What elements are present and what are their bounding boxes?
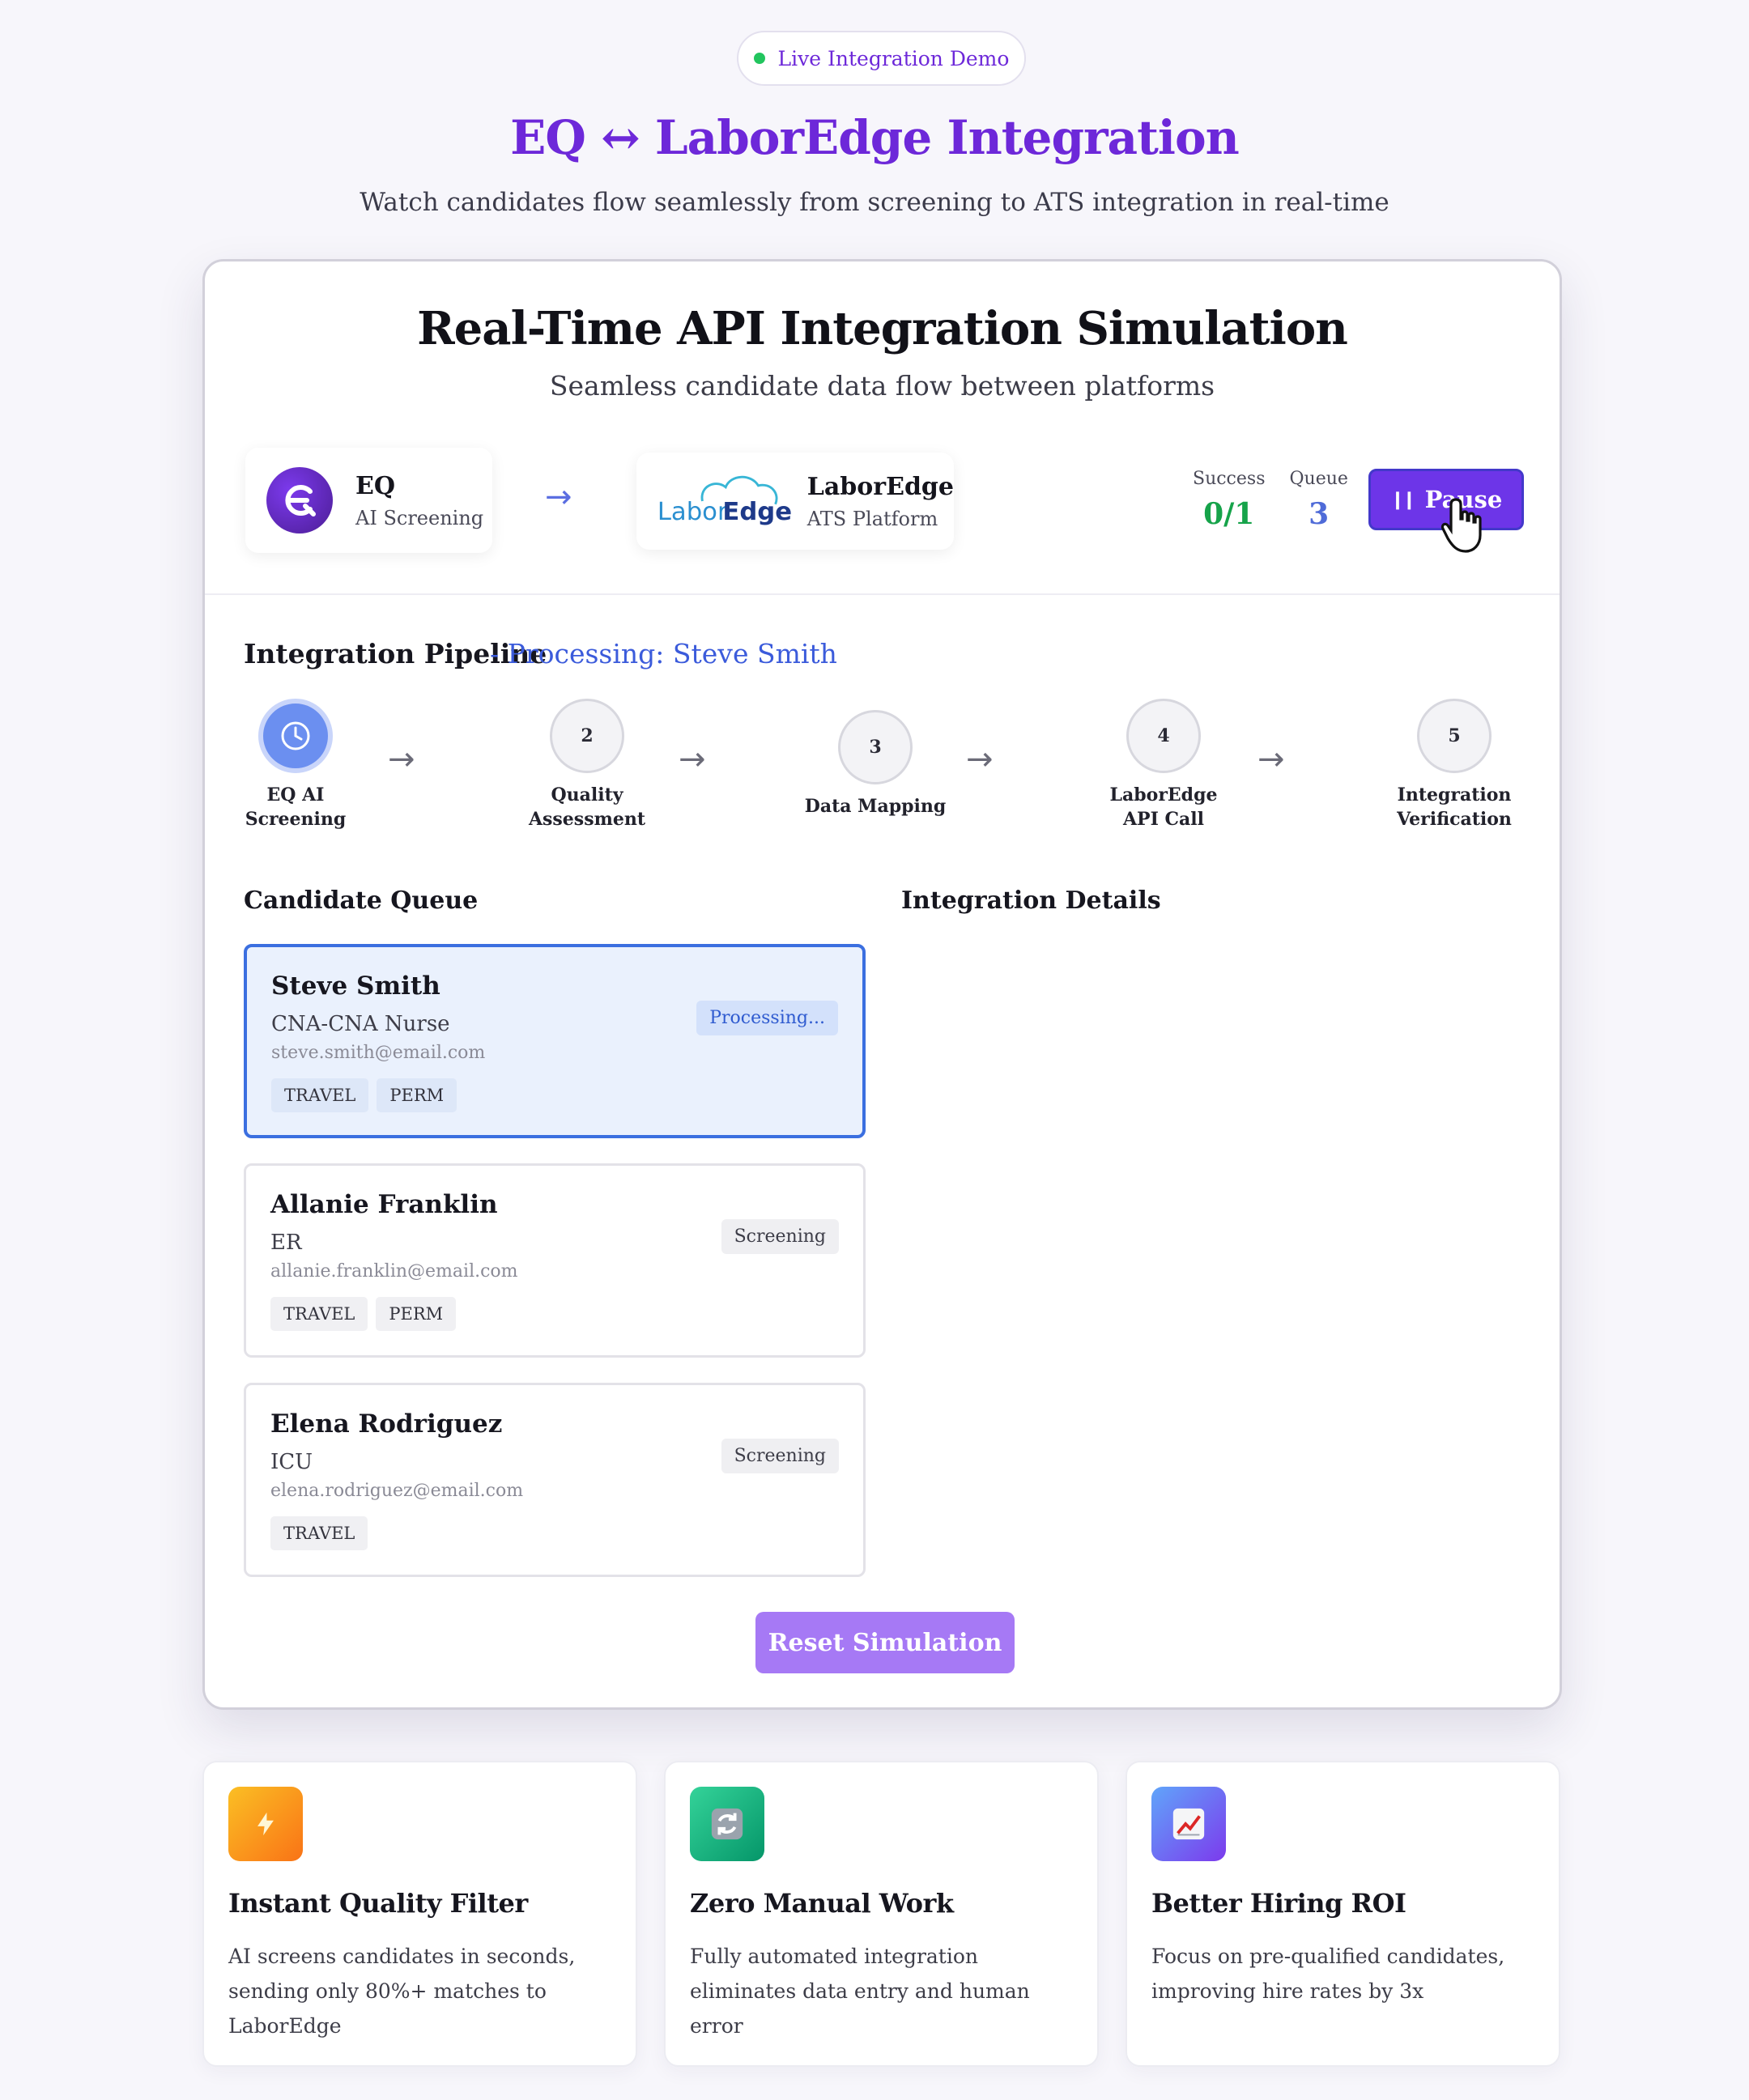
live-demo-label: Live Integration Demo [777, 46, 1010, 70]
section-divider [205, 593, 1560, 595]
candidate-role: ER [270, 1231, 302, 1255]
integration-stats: Success 0/1 Queue 3 [1193, 469, 1348, 531]
chart-up-icon [1151, 1787, 1226, 1861]
candidate-name: Steve Smith [271, 971, 440, 1001]
step-arrow-icon: → [679, 741, 706, 778]
queue-label: Queue [1289, 469, 1348, 489]
refresh-icon [690, 1787, 764, 1861]
svg-text:Edge: Edge [722, 498, 790, 526]
candidate-card[interactable]: Allanie Franklin ER allanie.franklin@ema… [244, 1163, 866, 1358]
simulation-title: Real-Time API Integration Simulation [417, 302, 1348, 355]
feature-title: Better Hiring ROI [1151, 1888, 1406, 1919]
reset-simulation-button[interactable]: Reset Simulation [755, 1612, 1015, 1673]
pipeline-processing-label: - Processing: Steve Smith [490, 638, 837, 670]
step-arrow-icon: → [966, 741, 994, 778]
step-number: 4 [1126, 699, 1201, 773]
success-value: 0/1 [1203, 497, 1255, 531]
feature-card-hiring-roi: Better Hiring ROI Focus on pre-qualified… [1126, 1761, 1560, 2067]
candidate-role: ICU [270, 1450, 313, 1474]
queue-value: 3 [1309, 497, 1330, 531]
flow-arrow-icon: → [545, 478, 572, 516]
candidate-email: elena.rodriguez@email.com [270, 1481, 524, 1501]
pipeline-step-screening: EQ AI Screening [223, 699, 368, 831]
eq-platform-name: EQ [355, 471, 395, 500]
step-label: Integration Verification [1397, 784, 1512, 830]
candidate-tags: TRAVEL [270, 1516, 368, 1550]
candidate-tags: TRAVEL PERM [271, 1078, 457, 1112]
pipeline-step-quality: 2 Quality Assessment [514, 699, 660, 831]
candidate-email: allanie.franklin@email.com [270, 1261, 518, 1282]
step-arrow-icon: → [388, 741, 415, 778]
feature-desc: Fully automated integration eliminates d… [690, 1945, 1030, 2038]
pipeline-step-api-call: 4 LaborEdge API Call [1091, 699, 1236, 831]
live-demo-badge: Live Integration Demo [737, 31, 1026, 86]
candidate-tag: TRAVEL [271, 1078, 369, 1112]
integration-details-title: Integration Details [901, 886, 1161, 915]
feature-title: Zero Manual Work [690, 1888, 954, 1919]
candidate-card[interactable]: Steve Smith CNA-CNA Nurse steve.smith@em… [244, 944, 866, 1138]
laboredge-platform-card: Labor Edge LaborEdge ATS Platform [636, 453, 954, 550]
candidate-tags: TRAVEL PERM [270, 1297, 457, 1331]
step-label: Data Mapping [804, 796, 947, 817]
candidate-card[interactable]: Elena Rodriguez ICU elena.rodriguez@emai… [244, 1383, 866, 1577]
status-badge: Processing... [696, 1001, 838, 1035]
pipeline-step-verification: 5 Integration Verification [1381, 699, 1527, 831]
candidate-tag: TRAVEL [270, 1516, 368, 1550]
simulation-card: Real-Time API Integration Simulation Sea… [202, 259, 1562, 1710]
status-badge: Screening [721, 1219, 839, 1254]
candidate-tag: TRAVEL [270, 1297, 368, 1331]
queue-stat: Queue 3 [1289, 469, 1347, 531]
lightning-icon [228, 1787, 303, 1861]
feature-desc: AI screens candidates in seconds, sendin… [228, 1945, 576, 2038]
step-arrow-icon: → [1257, 741, 1285, 778]
candidate-email: steve.smith@email.com [271, 1043, 486, 1063]
success-label: Success [1193, 469, 1266, 489]
page-subtitle: Watch candidates flow seamlessly from sc… [360, 188, 1389, 217]
candidate-tag: PERM [377, 1078, 457, 1112]
page-title: EQ ↔ LaborEdge Integration [510, 110, 1240, 165]
candidate-tag: PERM [376, 1297, 457, 1331]
step-number: 3 [838, 710, 913, 784]
pause-icon: ❙❙ [1389, 489, 1417, 510]
hand-cursor-icon [1440, 498, 1482, 553]
pipeline-step-mapping: 3 Data Mapping [802, 710, 948, 818]
step-number: 2 [550, 699, 624, 773]
live-status-dot [753, 53, 765, 64]
eq-platform-card: EQ AI Screening [245, 448, 492, 553]
step-label: LaborEdge API Call [1109, 784, 1218, 830]
eq-platform-desc: AI Screening [355, 506, 484, 529]
feature-card-quality-filter: Instant Quality Filter AI screens candid… [202, 1761, 637, 2067]
candidate-name: Elena Rodriguez [270, 1409, 503, 1439]
step-number: 5 [1417, 699, 1492, 773]
clock-icon [258, 699, 333, 773]
laboredge-platform-desc: ATS Platform [806, 507, 938, 530]
status-badge: Screening [721, 1439, 839, 1473]
step-label: Quality Assessment [528, 784, 646, 830]
svg-text:Labor: Labor [657, 498, 728, 526]
feature-card-zero-manual: Zero Manual Work Fully automated integra… [664, 1761, 1099, 2067]
feature-desc: Focus on pre-qualified candidates, impro… [1151, 1945, 1505, 2003]
candidate-queue-title: Candidate Queue [244, 886, 479, 915]
simulation-subtitle: Seamless candidate data flow between pla… [549, 370, 1215, 402]
step-label: EQ AI Screening [245, 784, 347, 830]
laboredge-platform-name: LaborEdge [806, 472, 954, 501]
candidate-name: Allanie Franklin [270, 1190, 498, 1219]
eq-logo-icon [266, 467, 333, 534]
feature-title: Instant Quality Filter [228, 1888, 528, 1919]
candidate-role: CNA-CNA Nurse [271, 1012, 450, 1036]
laboredge-logo-icon: Labor Edge [657, 475, 791, 526]
success-stat: Success 0/1 [1193, 469, 1265, 531]
